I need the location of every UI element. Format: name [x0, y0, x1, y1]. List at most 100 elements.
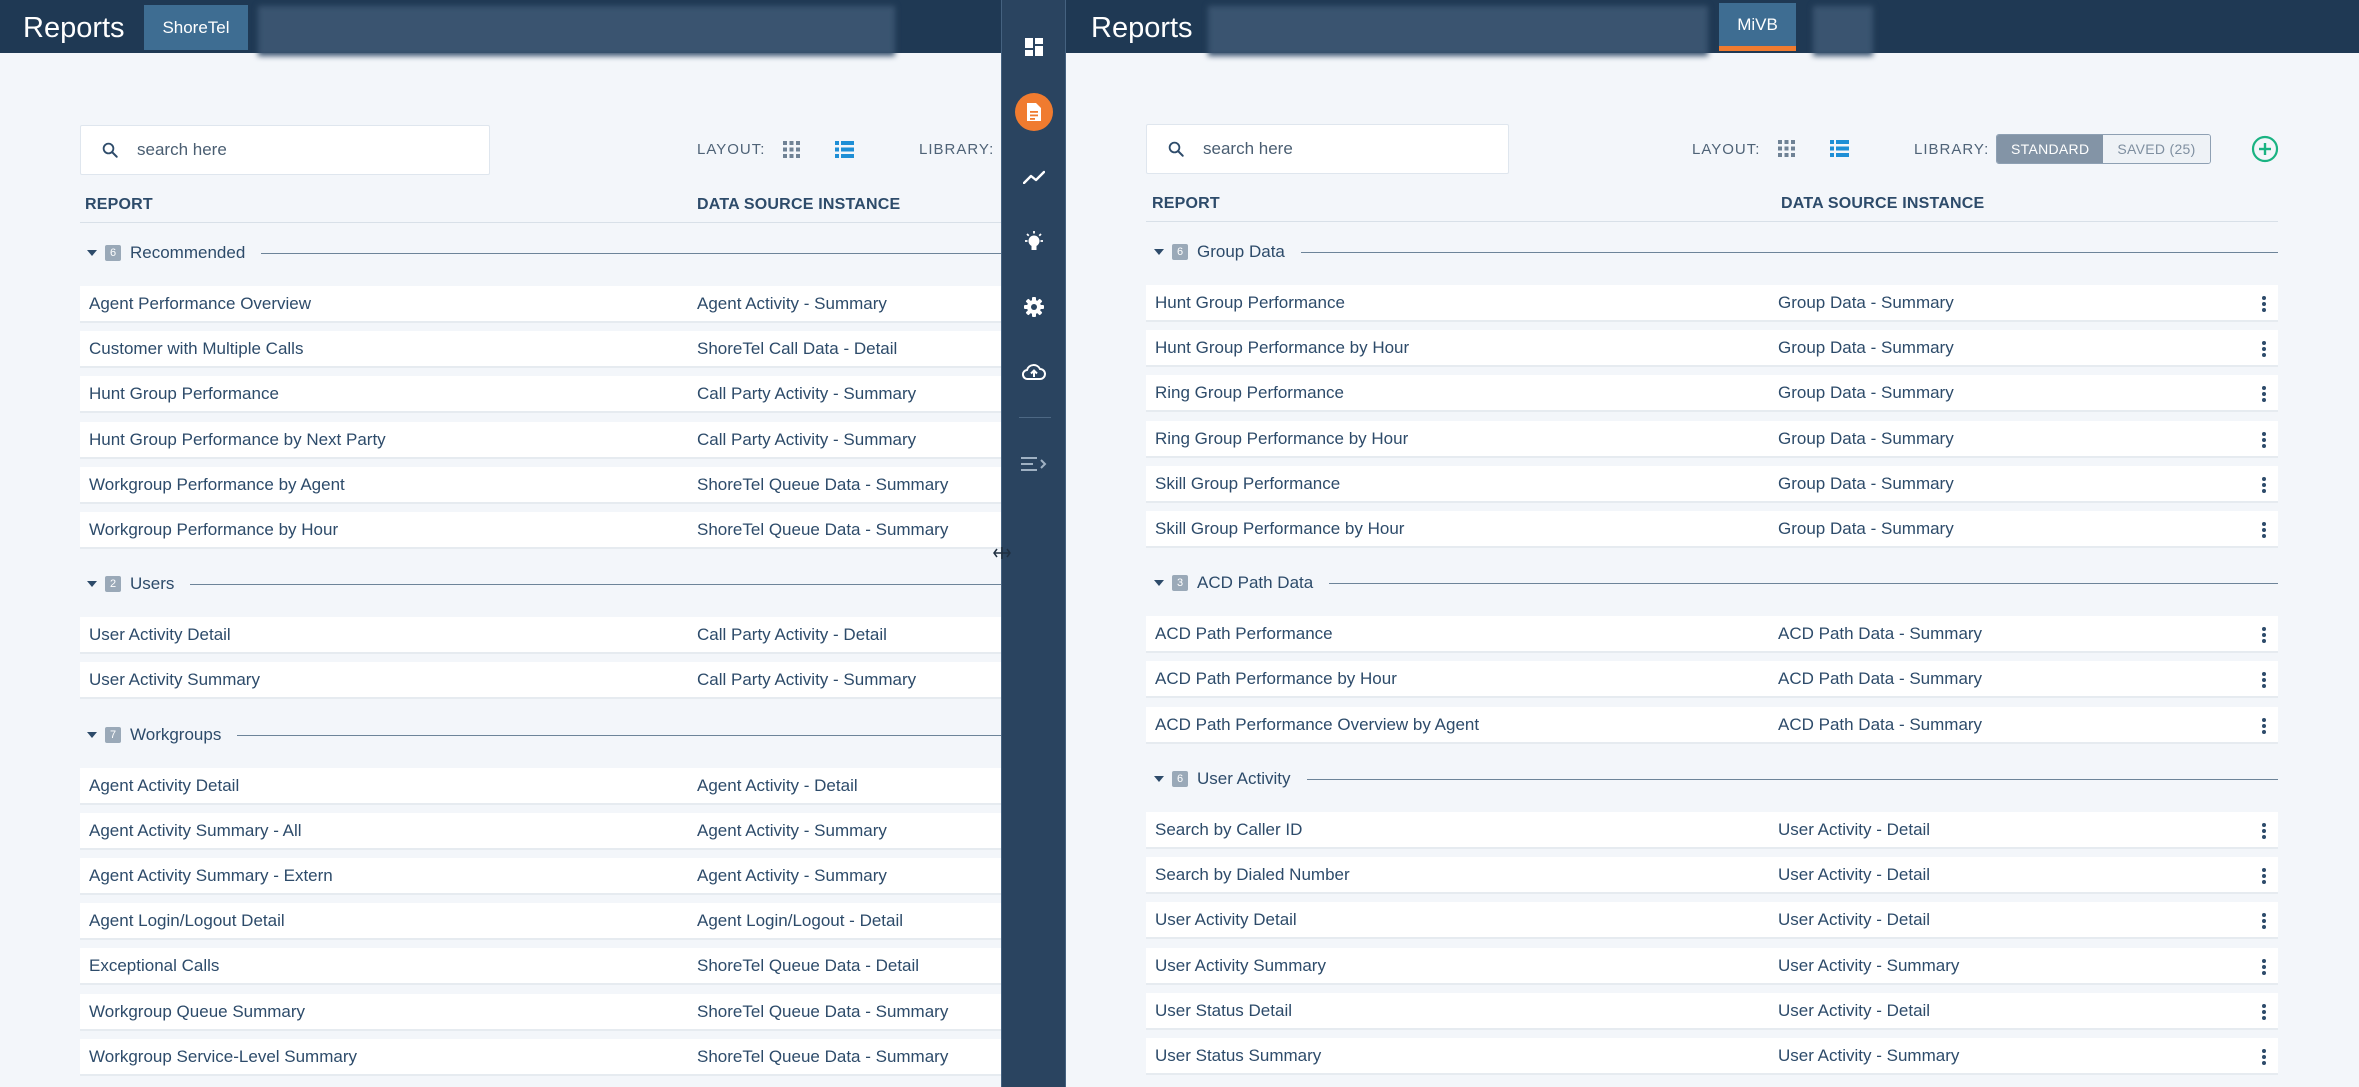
table-row[interactable]: Ring Group Performance Group Data - Summa… [1146, 375, 2278, 412]
table-row[interactable]: Skill Group Performance Group Data - Summ… [1146, 466, 2278, 503]
report-name: Skill Group Performance [1155, 473, 1341, 493]
more-options-icon[interactable] [2262, 959, 2266, 977]
redacted-tab [1813, 6, 1873, 56]
tab-mivb[interactable]: MiVB [1719, 3, 1796, 51]
search-icon [1168, 141, 1184, 157]
library-toggle: STANDARD SAVED (25) [1996, 134, 2211, 164]
more-options-icon[interactable] [2262, 913, 2266, 931]
table-row[interactable]: Agent Activity Detail Agent Activity - De… [80, 768, 1001, 805]
data-source: Group Data - Summary [1778, 292, 1954, 312]
more-options-icon[interactable] [2262, 296, 2266, 314]
table-row[interactable]: Search by Dialed Number User Activity - D… [1146, 857, 2278, 894]
list-layout-icon[interactable] [835, 141, 854, 158]
table-row[interactable]: User Activity Detail User Activity - Deta… [1146, 902, 2278, 939]
data-source: Agent Activity - Summary [697, 820, 887, 840]
more-options-icon[interactable] [2262, 718, 2266, 736]
group-count-badge: 6 [105, 245, 121, 261]
collapse-menu-icon[interactable] [1020, 457, 1047, 471]
table-row[interactable]: Skill Group Performance by Hour Group Dat… [1146, 511, 2278, 548]
more-options-icon[interactable] [2262, 1049, 2266, 1067]
more-options-icon[interactable] [2262, 386, 2266, 404]
dashboard-icon[interactable] [1024, 37, 1044, 57]
table-row[interactable]: Agent Activity Summary - Extern Agent Act… [80, 858, 1001, 895]
cloud-upload-icon[interactable] [1021, 363, 1046, 381]
table-row[interactable]: Agent Performance Overview Agent Activity… [80, 286, 1001, 323]
more-options-icon[interactable] [2262, 627, 2266, 645]
data-source: Call Party Activity - Summary [697, 429, 917, 449]
table-row[interactable]: ACD Path Performance Overview by Agent AC… [1146, 707, 2278, 744]
table-row[interactable]: Hunt Group Performance by Next Party Call… [80, 422, 1001, 459]
table-row[interactable]: Workgroup Service-Level Summary ShoreTel … [80, 1039, 1001, 1076]
table-row[interactable]: Agent Activity Summary - All Agent Activi… [80, 813, 1001, 850]
report-name: ACD Path Performance by Hour [1155, 668, 1397, 688]
left-reports-pane: Reports ShoreTel LAYOUT: LIBRARY: REPORT… [0, 0, 1001, 1087]
search-input[interactable] [137, 140, 423, 160]
library-saved-button[interactable]: SAVED (25) [2103, 135, 2210, 163]
table-row[interactable]: Workgroup Performance by Agent ShoreTel Q… [80, 467, 1001, 504]
report-name: Hunt Group Performance [1155, 292, 1345, 312]
report-name: Agent Activity Detail [89, 775, 240, 795]
table-row[interactable]: User Status Summary User Activity - Summa… [1146, 1038, 2278, 1075]
more-options-icon[interactable] [2262, 341, 2266, 359]
grid-layout-icon[interactable] [783, 141, 800, 158]
tab-label: ShoreTel [162, 17, 230, 37]
search-input[interactable] [1203, 139, 1456, 159]
data-source: Group Data - Summary [1778, 382, 1954, 402]
table-row[interactable]: Hunt Group Performance Call Party Activit… [80, 376, 1001, 413]
add-report-icon[interactable] [2251, 135, 2279, 163]
more-options-icon[interactable] [2262, 1004, 2266, 1022]
insights-icon[interactable] [1022, 230, 1046, 254]
group-name: Recommended [130, 243, 246, 262]
data-source: ShoreTel Queue Data - Detail [697, 955, 920, 975]
settings-icon[interactable] [1023, 297, 1044, 317]
report-name: User Activity Detail [89, 624, 231, 644]
table-row[interactable]: Hunt Group Performance by Hour Group Data… [1146, 330, 2278, 367]
group-name: Group Data [1197, 242, 1285, 261]
report-name: User Status Detail [1155, 1000, 1292, 1020]
table-row[interactable]: Ring Group Performance by Hour Group Data… [1146, 421, 2278, 458]
group-header-acd-path-data[interactable]: 3 ACD Path Data [1154, 569, 2278, 597]
grid-layout-icon[interactable] [1778, 140, 1795, 157]
table-row[interactable]: ACD Path Performance by Hour ACD Path Dat… [1146, 661, 2278, 698]
group-header-recommended[interactable]: 6 Recommended [87, 239, 1001, 267]
report-name: User Activity Summary [1155, 955, 1326, 975]
group-header-user-activity[interactable]: 6 User Activity [1154, 765, 2278, 793]
table-row[interactable]: Workgroup Queue Summary ShoreTel Queue Da… [80, 994, 1001, 1031]
group-header-users[interactable]: 2 Users [87, 570, 1001, 598]
reports-icon[interactable] [1014, 93, 1053, 131]
list-layout-icon[interactable] [1830, 140, 1849, 157]
table-row[interactable]: User Activity Detail Call Party Activity … [80, 617, 1001, 654]
library-standard-button[interactable]: STANDARD [1997, 135, 2104, 163]
trends-icon[interactable] [1022, 170, 1045, 184]
tab-shoretel[interactable]: ShoreTel [144, 5, 248, 50]
group-header-workgroups[interactable]: 7 Workgroups [87, 721, 1001, 749]
report-name: Agent Login/Logout Detail [89, 910, 285, 930]
more-options-icon[interactable] [2262, 868, 2266, 886]
tab-label: MiVB [1737, 14, 1778, 34]
table-row[interactable]: Workgroup Performance by Hour ShoreTel Qu… [80, 512, 1001, 549]
table-row[interactable]: Search by Caller ID User Activity - Detai… [1146, 812, 2278, 849]
group-header-group-data[interactable]: 6 Group Data [1154, 238, 2278, 266]
data-source: User Activity - Detail [1778, 819, 1931, 839]
table-row[interactable]: User Activity Summary User Activity - Sum… [1146, 948, 2278, 985]
table-row[interactable]: Exceptional Calls ShoreTel Queue Data - D… [80, 948, 1001, 985]
more-options-icon[interactable] [2262, 522, 2266, 540]
report-name: Agent Performance Overview [89, 293, 312, 313]
more-options-icon[interactable] [2262, 432, 2266, 450]
group-divider [237, 734, 1001, 736]
table-row[interactable]: Hunt Group Performance Group Data - Summa… [1146, 285, 2278, 322]
report-name: Hunt Group Performance by Hour [1155, 337, 1410, 357]
table-row[interactable]: Agent Login/Logout Detail Agent Login/Log… [80, 903, 1001, 940]
more-options-icon[interactable] [2262, 477, 2266, 495]
data-source: Agent Login/Logout - Detail [697, 910, 904, 930]
caret-down-icon [87, 581, 97, 587]
more-options-icon[interactable] [2262, 672, 2266, 690]
resize-handle-icon[interactable] [993, 546, 1011, 560]
caret-down-icon [1154, 580, 1164, 586]
table-row[interactable]: ACD Path Performance ACD Path Data - Summ… [1146, 616, 2278, 653]
table-row[interactable]: User Status Detail User Activity - Detail [1146, 993, 2278, 1030]
table-row[interactable]: User Activity Summary Call Party Activity… [80, 662, 1001, 699]
group-divider [1306, 778, 2278, 780]
more-options-icon[interactable] [2262, 823, 2266, 841]
table-row[interactable]: Customer with Multiple Calls ShoreTel Cal… [80, 331, 1001, 368]
